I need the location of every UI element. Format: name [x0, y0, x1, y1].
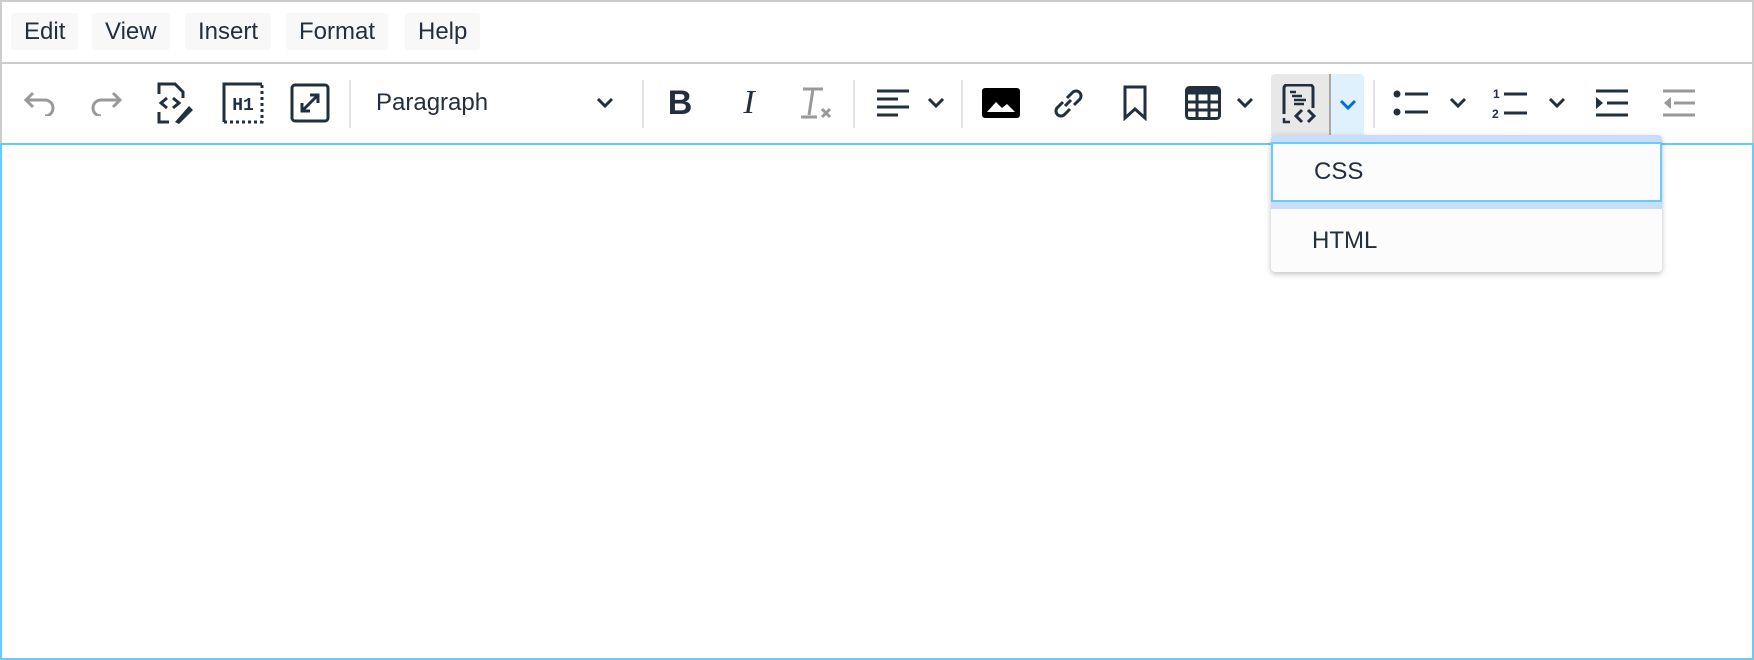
- menu-format[interactable]: Format: [286, 13, 389, 50]
- separator: [853, 80, 855, 128]
- separator: [961, 80, 963, 128]
- block-format-chevron[interactable]: [592, 74, 618, 132]
- menu-item-html[interactable]: HTML: [1271, 209, 1662, 272]
- align-left-icon: [877, 89, 909, 117]
- table-button[interactable]: [1183, 74, 1223, 132]
- redo-button[interactable]: [86, 74, 126, 132]
- menu-item-css[interactable]: CSS: [1271, 142, 1662, 202]
- align-chevron[interactable]: [924, 74, 948, 132]
- image-button[interactable]: [980, 74, 1022, 132]
- table-icon: [1185, 86, 1221, 120]
- undo-icon: [23, 91, 55, 116]
- menu-help[interactable]: Help: [405, 13, 481, 50]
- highlight-band: [1271, 135, 1662, 142]
- chevron-down-icon: [1548, 97, 1566, 109]
- chevron-down-icon: [1236, 97, 1254, 109]
- source-code-icon: [157, 82, 193, 124]
- bullet-list-button[interactable]: [1391, 74, 1431, 132]
- outdent-icon: [1663, 89, 1695, 117]
- menu-insert[interactable]: Insert: [185, 13, 272, 50]
- separator: [1373, 80, 1375, 128]
- menu-view[interactable]: View: [92, 13, 170, 50]
- bullet-list-icon: [1393, 90, 1428, 116]
- chevron-down-icon: [1449, 97, 1467, 109]
- source-code-button[interactable]: [152, 74, 198, 132]
- fullscreen-icon: [290, 83, 330, 123]
- block-format-select[interactable]: Paragraph: [376, 86, 488, 120]
- image-icon: [982, 88, 1020, 118]
- remove-format-button[interactable]: [797, 74, 837, 132]
- code-sample-icon: [1282, 84, 1317, 124]
- link-icon: [1054, 89, 1083, 118]
- bookmark-icon: [1123, 85, 1147, 121]
- indent-icon: [1596, 89, 1628, 117]
- heading-button[interactable]: H1: [221, 74, 265, 132]
- chevron-down-icon: [927, 97, 945, 109]
- italic-icon: I: [743, 84, 755, 121]
- separator: [642, 80, 644, 128]
- redo-icon: [91, 91, 123, 116]
- heading-icon: H1: [222, 82, 264, 124]
- indent-button[interactable]: [1592, 74, 1632, 132]
- italic-button[interactable]: I: [729, 74, 769, 132]
- bold-button[interactable]: B: [660, 74, 700, 132]
- toolbar: H1 Paragraph B I 12: [0, 64, 1754, 143]
- bookmark-button[interactable]: [1117, 74, 1153, 132]
- chevron-down-icon: [1339, 99, 1356, 111]
- numbered-list-chevron[interactable]: [1545, 74, 1569, 132]
- remove-format-icon: [801, 87, 832, 119]
- code-sample-dropdown: CSS HTML: [1271, 135, 1662, 272]
- undo-button[interactable]: [20, 74, 60, 132]
- svg-text:2: 2: [1492, 107, 1499, 119]
- menubar: Edit View Insert Format Help: [0, 0, 1754, 64]
- numbered-list-button[interactable]: 12: [1490, 74, 1530, 132]
- svg-text:H1: H1: [232, 96, 254, 116]
- code-sample-button[interactable]: [1271, 74, 1331, 136]
- menu-item-label: HTML: [1312, 226, 1378, 254]
- menu-edit[interactable]: Edit: [11, 13, 79, 50]
- align-button[interactable]: [875, 74, 911, 132]
- fullscreen-button[interactable]: [288, 74, 332, 132]
- outdent-button[interactable]: [1659, 74, 1699, 132]
- highlight-band: [1271, 202, 1662, 209]
- code-sample-chevron[interactable]: [1331, 74, 1364, 136]
- link-button[interactable]: [1048, 74, 1088, 132]
- chevron-down-icon: [596, 97, 614, 109]
- numbered-list-icon: 12: [1492, 87, 1527, 119]
- bold-icon: B: [667, 83, 693, 122]
- menu-item-label: CSS: [1314, 158, 1364, 185]
- svg-text:1: 1: [1493, 87, 1500, 101]
- separator: [349, 80, 351, 128]
- bullet-list-chevron[interactable]: [1446, 74, 1470, 132]
- table-chevron[interactable]: [1233, 74, 1257, 132]
